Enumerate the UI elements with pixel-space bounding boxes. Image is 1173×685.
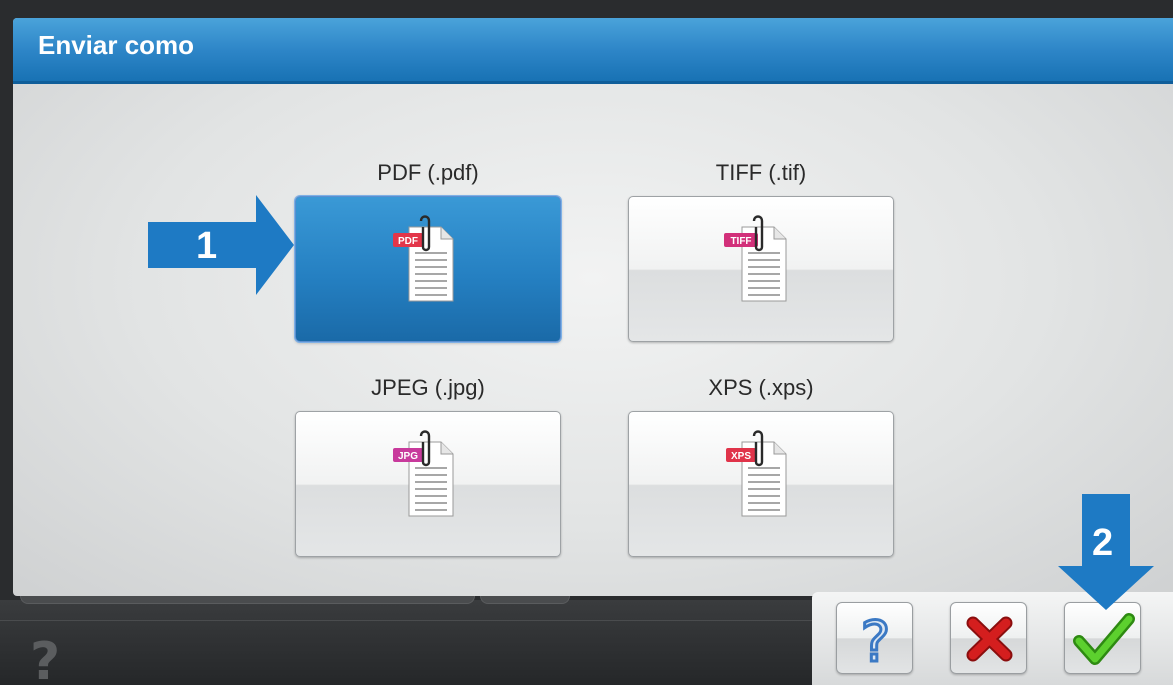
badge-text: JPG [398,451,418,462]
dialog-title-bar: Enviar como [13,18,1173,84]
confirm-button[interactable] [1064,602,1141,674]
format-label: PDF (.pdf) [377,160,479,185]
help-button[interactable]: ? [836,602,913,676]
format-label: TIFF (.tif) [715,160,807,185]
format-label: XPS (.xps) [708,375,814,400]
green-check-icon [1073,613,1135,665]
xps-format-button[interactable]: XPS [628,411,894,557]
jpeg-format-button[interactable]: JPG [295,411,561,557]
pdf-format-button[interactable]: PDF [295,196,561,342]
cancel-button[interactable] [950,602,1027,674]
badge-text: TIFF [730,236,751,247]
tiff-document-icon: TIFF [714,213,804,313]
xps-document-icon: XPS [714,428,804,528]
badge-text: XPS [731,451,751,462]
background-help-glyph: ? [30,632,61,685]
question-mark-icon: ? [859,609,892,676]
step-1-number: 1 [196,225,218,267]
dialog-title: Enviar como [38,30,195,60]
svg-text:?: ? [861,610,891,675]
step-2-number: 2 [1092,522,1114,564]
step-2-arrow-icon: 2 [1058,494,1154,610]
step-1-arrow-icon: 1 [148,195,294,295]
jpeg-document-icon: JPG [381,428,471,528]
background-divider [0,620,820,621]
format-label: JPEG (.jpg) [371,375,485,400]
pdf-document-icon: PDF [381,213,471,313]
badge-text: PDF [398,236,418,247]
red-x-icon [966,616,1013,662]
send-as-dialog: Enviar como PDF (.pdf) PDF TIFF (.tif) T… [13,18,1173,596]
tiff-format-button[interactable]: TIFF [628,196,894,342]
